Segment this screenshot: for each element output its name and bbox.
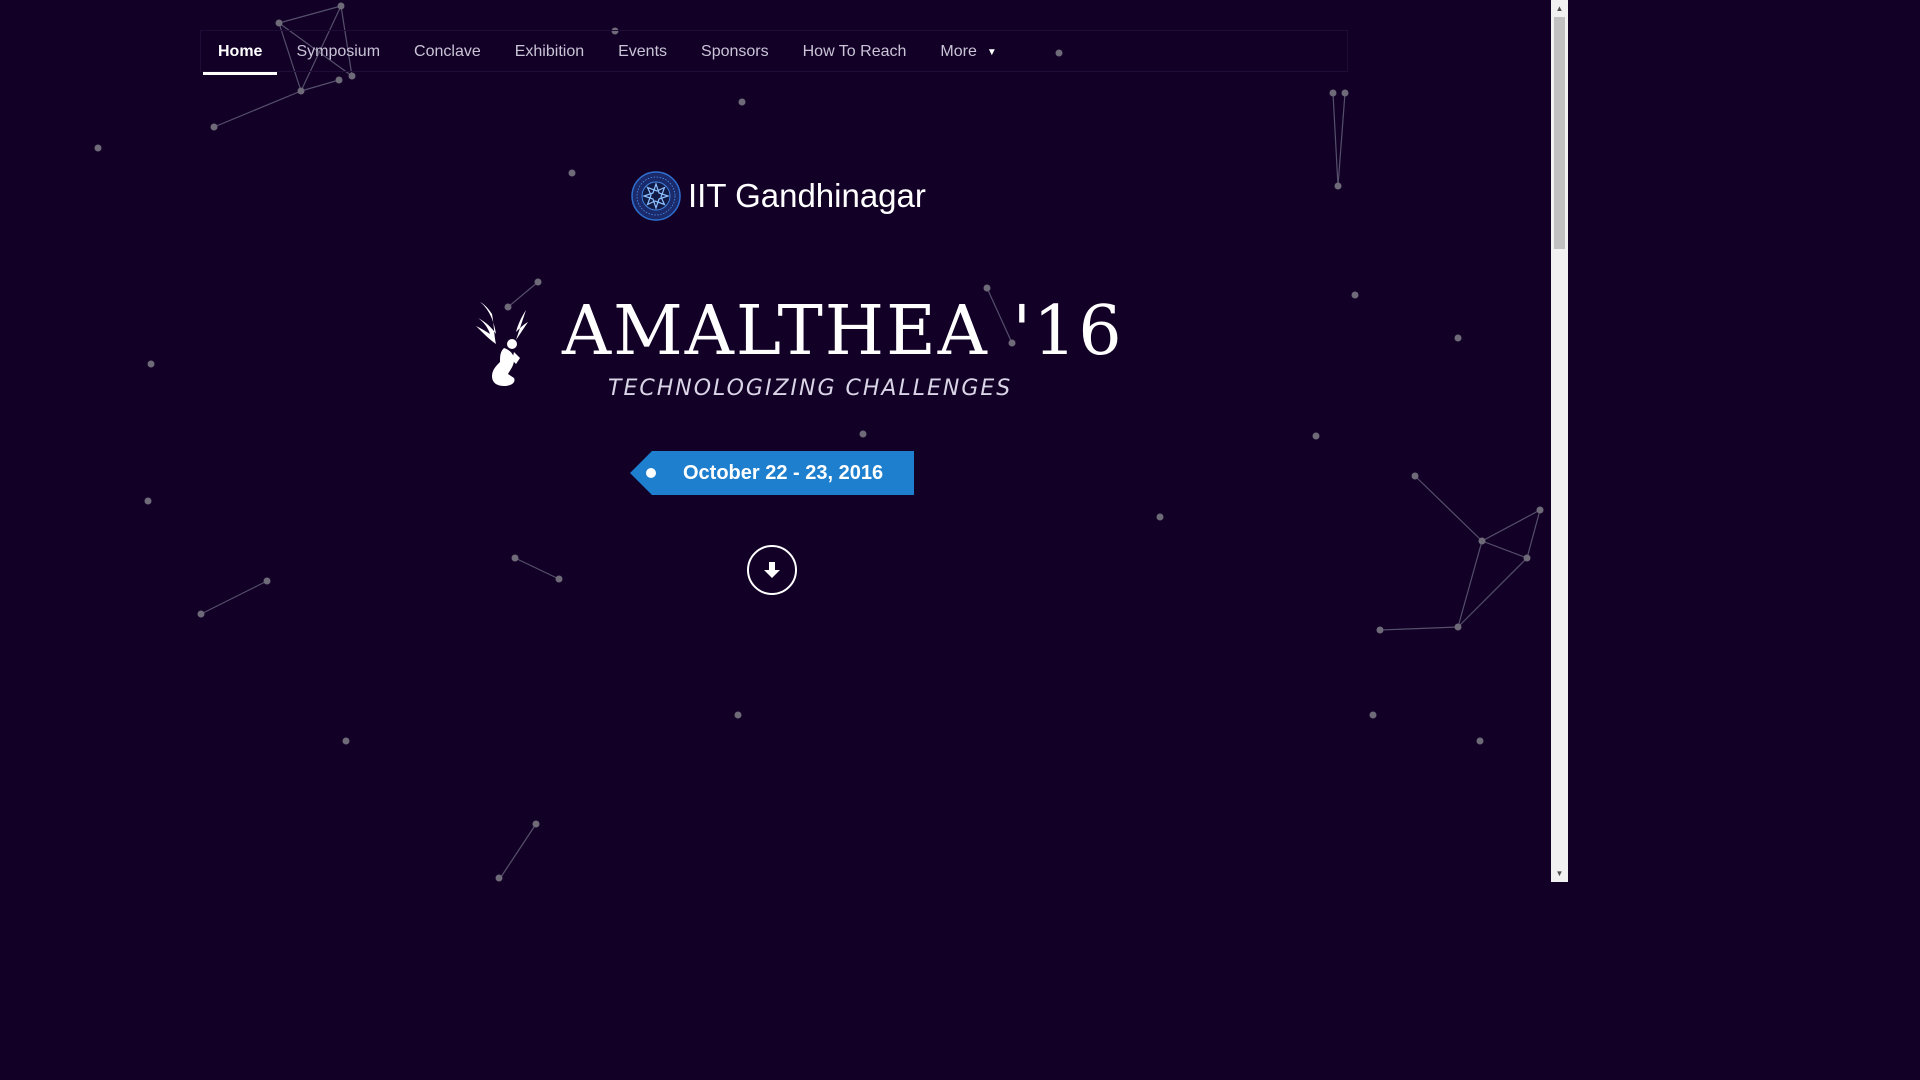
event-tagline: TECHNOLOGIZING CHALLENGES: [608, 376, 1013, 401]
nav-item-events[interactable]: Events: [601, 31, 684, 73]
nav-list: Home Symposium Conclave Exhibition Event…: [201, 31, 1014, 75]
date-badge-dot: [646, 468, 656, 478]
hero-title-block: AMALTHEA '16 TECHNOLOGIZING CHALLENGES: [470, 292, 1122, 412]
event-date-badge: October 22 - 23, 2016: [630, 451, 915, 495]
nav-item-exhibition[interactable]: Exhibition: [498, 31, 601, 73]
brand-name: IIT Gandhinagar: [688, 177, 926, 214]
scrollbar-thumb[interactable]: [1554, 17, 1565, 249]
winged-thinker-icon: [476, 302, 528, 386]
nav-item-how-to-reach[interactable]: How To Reach: [786, 31, 924, 73]
date-badge-body: October 22 - 23, 2016: [646, 451, 915, 495]
more-label: More: [940, 43, 977, 60]
main-navbar: Home Symposium Conclave Exhibition Event…: [200, 30, 1348, 75]
arrow-down-icon: [764, 562, 780, 578]
iitgn-emblem-icon: [631, 171, 681, 221]
caret-down-icon: ▼: [986, 47, 997, 58]
brand-header[interactable]: IIT Gandhinagar: [631, 170, 926, 222]
scroll-up-arrow-icon[interactable]: ▲: [1551, 0, 1568, 17]
nav-item-more-dropdown[interactable]: More ▼: [923, 31, 1013, 73]
particle-network-background: [94, 2, 1544, 882]
scroll-down-arrow-icon[interactable]: ▼: [1551, 865, 1568, 882]
nav-item-conclave[interactable]: Conclave: [397, 31, 498, 73]
nav-item-symposium[interactable]: Symposium: [279, 31, 397, 73]
nav-item-home[interactable]: Home: [201, 31, 279, 75]
vertical-scrollbar[interactable]: ▲ ▼: [1551, 0, 1568, 882]
event-date: October 22 - 23, 2016: [683, 462, 884, 484]
scroll-down-button[interactable]: [747, 545, 797, 595]
event-title: AMALTHEA '16: [562, 292, 1124, 371]
nav-item-sponsors[interactable]: Sponsors: [684, 31, 786, 73]
